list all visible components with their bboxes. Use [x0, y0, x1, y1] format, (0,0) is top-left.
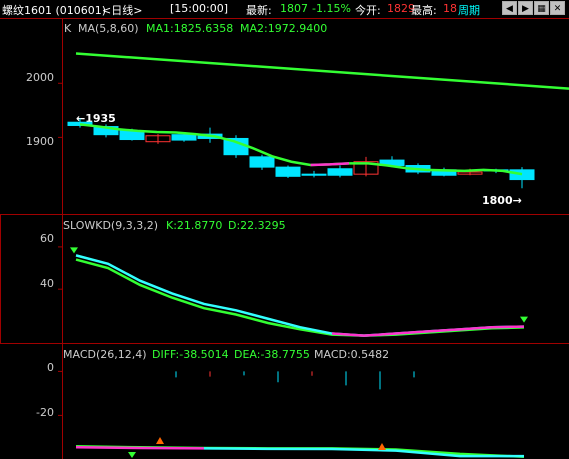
- candle: [509, 169, 535, 181]
- candle: [275, 166, 301, 177]
- macd-diff-line: [75, 446, 205, 450]
- kline-chart-canvas[interactable]: [0, 0, 569, 459]
- candle: [171, 134, 197, 141]
- candle: [249, 156, 275, 168]
- kd-down-arrow-icon: [70, 247, 78, 254]
- kd-d-line: [75, 258, 525, 337]
- kd-down-arrow-icon: [520, 316, 528, 323]
- macd-diff-line: [203, 447, 524, 458]
- ma2-line: [75, 52, 569, 90]
- ma1-line: [79, 123, 523, 176]
- macd-up-arrow-icon: [156, 437, 164, 444]
- kd-k-line: [75, 254, 525, 337]
- kd-k-line-highlight: [331, 325, 525, 337]
- macd-down-arrow-icon: [128, 452, 136, 458]
- ma1-line-highlight: [310, 162, 350, 167]
- candle: [301, 173, 327, 176]
- macd-up-arrow-icon: [378, 443, 386, 450]
- candle: [327, 168, 353, 176]
